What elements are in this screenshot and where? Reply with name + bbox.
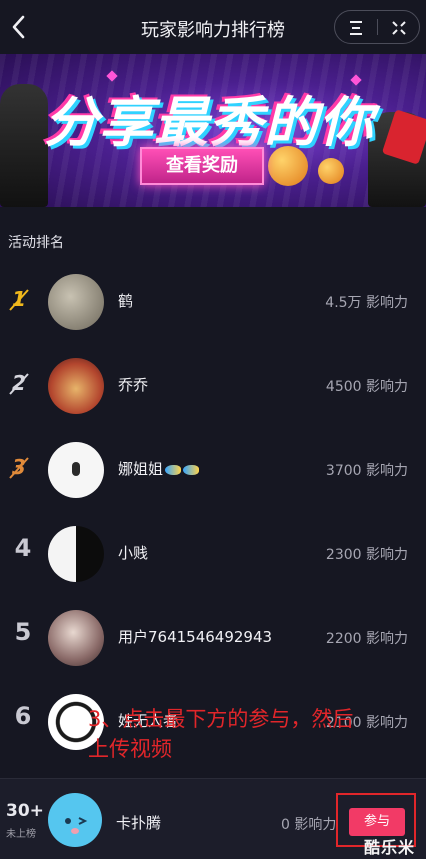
view-rewards-button[interactable]: 查看奖励 — [140, 147, 264, 185]
fish-emoji-icon — [183, 464, 200, 475]
ranking-row[interactable]: 5 用户7641546492943 2200 影响力 — [0, 596, 426, 680]
nav-bar: 玩家影响力排行榜 — [0, 0, 426, 54]
banner-headline: 分享最秀的你 — [44, 91, 374, 154]
bronze-medal-icon: 3 — [9, 455, 29, 479]
influence-score: 3700 影响力 — [325, 463, 408, 479]
rank-number: 5 — [14, 618, 32, 646]
my-rank-bar: 30+ 未上榜 卡扑腾 0 影响力 参与 — [0, 778, 426, 859]
player-name: 小贱 — [118, 544, 149, 562]
player-name: 乔乔 — [118, 376, 149, 394]
menu-icon[interactable] — [345, 17, 367, 39]
player-name-text: 娜姐姐 — [118, 460, 164, 478]
influence-score: 2200 影响力 — [325, 631, 408, 647]
ranking-row[interactable]: 2 乔乔 4500 影响力 — [0, 344, 426, 428]
avatar-figure — [72, 462, 80, 476]
ranking-row[interactable]: 3 娜姐姐 3700 影响力 — [0, 428, 426, 512]
watermark: 酷乐米 — [364, 838, 416, 857]
avatar — [48, 274, 104, 330]
avatar — [48, 610, 104, 666]
my-name: 卡扑腾 — [116, 814, 162, 832]
influence-score: 2300 影响力 — [325, 547, 408, 563]
annotation-line: 3、点击最下方的参与，然后 — [88, 707, 354, 731]
annotation-line: 上传视频 — [88, 737, 172, 761]
tutorial-annotation: 3、点击最下方的参与，然后 上传视频 — [88, 704, 408, 764]
join-button[interactable]: 参与 — [349, 808, 405, 836]
avatar — [48, 442, 104, 498]
player-name: 用户7641546492943 — [118, 628, 273, 646]
avatar — [48, 358, 104, 414]
capsule-divider — [377, 19, 378, 35]
player-name: 娜姐姐 — [118, 458, 200, 479]
player-name: 鹤 — [118, 292, 134, 310]
close-icon[interactable] — [388, 17, 410, 39]
rank-number: 6 — [14, 702, 32, 730]
cat-face-icon — [65, 817, 88, 834]
coin-decoration — [318, 158, 344, 184]
silver-medal-icon: 2 — [9, 371, 29, 395]
influence-score: 4.5万 影响力 — [325, 295, 408, 311]
my-rank-number: 30+ — [6, 801, 44, 821]
avatar — [48, 526, 104, 582]
section-title: 活动排名 — [8, 235, 64, 251]
ranking-row[interactable]: 4 小贱 2300 影响力 — [0, 512, 426, 596]
ranking-row[interactable]: 1 鹤 4.5万 影响力 — [0, 260, 426, 344]
my-rank-note: 未上榜 — [6, 829, 36, 840]
my-avatar — [48, 793, 102, 847]
my-influence-score: 0 影响力 — [281, 817, 337, 833]
influence-score: 4500 影响力 — [325, 379, 408, 395]
promo-banner[interactable]: 分享最秀的你 查看奖励 — [0, 54, 426, 207]
robot-figure-left — [0, 84, 48, 207]
fish-emoji-icon — [165, 464, 182, 475]
rank-number: 4 — [14, 534, 32, 562]
mini-program-capsule — [334, 10, 420, 44]
gold-medal-icon: 1 — [9, 287, 29, 311]
